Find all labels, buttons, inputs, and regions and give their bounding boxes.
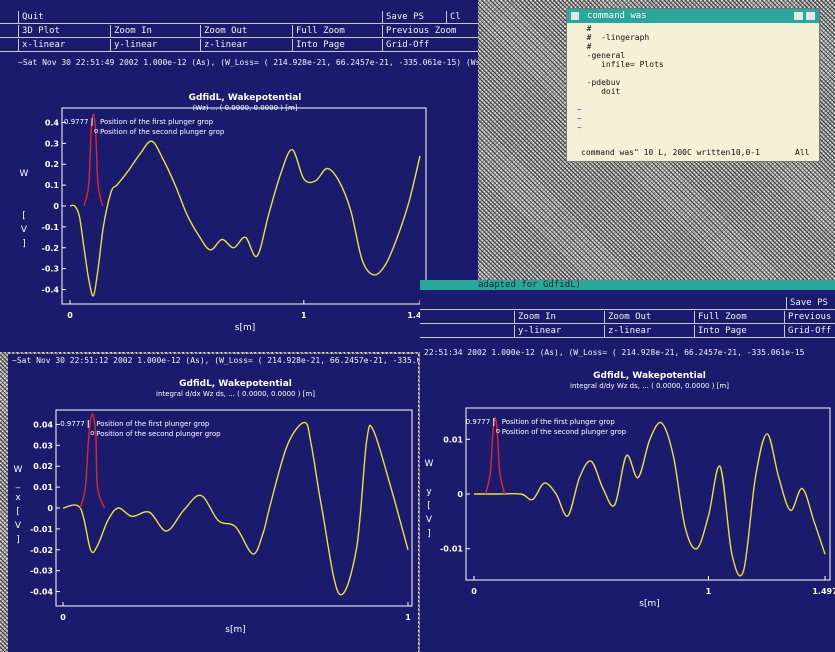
plot-title: GdfidL, Wakepotential (189, 93, 302, 103)
legend-marker: o (496, 427, 500, 435)
command-line (577, 97, 815, 106)
y-axis-label-char: V (21, 225, 28, 235)
command-line: ~ (577, 114, 582, 123)
y-tick-label: -0.02 (30, 546, 53, 555)
legend-marker: o (94, 127, 98, 135)
wakepotential-window-wx: ~Sat Nov 30 22:51:12 2002 1.000e-12 (As)… (8, 354, 418, 652)
plot-frame (55, 409, 413, 607)
y-tick-label: -0.3 (42, 265, 60, 274)
y-tick-label: -0.04 (30, 588, 53, 597)
wakepotential-window-wy: adapted for GdfidL) Save PS Zoom In Zoom… (420, 280, 835, 652)
x-tick-label: 1 (301, 311, 307, 320)
window-menu-icon[interactable] (571, 12, 579, 20)
legend-entry-first: Position of the first plunger grop (96, 420, 210, 428)
y-tick-label: 0 (53, 202, 59, 211)
command-window-titlebar[interactable]: command was (567, 9, 819, 23)
command-line: # -lingeraph (577, 33, 650, 42)
y-tick-label: 0.02 (33, 462, 53, 471)
plot-subtitle: integral d/dy Wz ds, ... ( 0.0000, 0.000… (570, 382, 729, 390)
y-tick-label: -0.2 (42, 244, 60, 253)
minimize-icon[interactable] (794, 12, 803, 20)
wake-plot-wy: GdfidL, Wakepotentialintegral d/dy Wz ds… (425, 371, 835, 609)
command-window: command was # # -lingeraph # -general in… (566, 8, 820, 162)
plot-subtitle: integral d/dx Wz ds, ... ( 0.0000, 0.000… (156, 390, 315, 398)
y-axis-label-char: ] (16, 535, 20, 545)
wakepotential-window-wz: Quit Save PS Cl 3D Plot Zoom In Zoom Out… (0, 0, 478, 352)
legend-value: 0.9777 (60, 420, 85, 428)
y-tick-label: 0.4 (45, 118, 60, 127)
legend-entry-second: Position of the second plunger grop (100, 128, 225, 136)
y-tick-label: 0.04 (33, 420, 53, 429)
y-tick-label: 0 (457, 490, 463, 499)
command-footer-text: command was" 10 L, 200C written (581, 148, 731, 157)
y-tick-label: 0.03 (33, 441, 53, 450)
scroll-percent: All (795, 148, 810, 157)
y-tick-label: -0.01 (30, 525, 53, 534)
y-axis-label-char: W (20, 169, 29, 179)
y-tick-label: 0.1 (45, 181, 60, 190)
legend-value: 0.9777 (64, 118, 89, 126)
legend-value: 0.9777 (466, 418, 491, 426)
y-axis-label-char: ] (427, 529, 431, 539)
y-axis-label-char: y (426, 487, 432, 497)
cursor-position: 10,0-1 (731, 148, 760, 157)
command-line: ~ (577, 123, 582, 132)
x-tick-label: 0 (67, 311, 73, 320)
y-axis-label-char: W (425, 459, 434, 469)
legend-entry-first: Position of the first plunger grop (100, 118, 214, 126)
y-axis-label-char: x (15, 493, 21, 503)
x-axis-label: s[m] (225, 625, 245, 635)
command-status: command was" 10 L, 200C written 10,0-1 A… (581, 148, 815, 157)
y-axis-label-char: V (15, 521, 22, 531)
y-tick-label: -0.03 (30, 567, 53, 576)
y-tick-label: 0 (47, 504, 53, 513)
plot-title: GdfidL, Wakepotential (593, 371, 706, 381)
command-line: ~ (577, 105, 582, 114)
y-tick-label: -0.1 (42, 223, 60, 232)
x-axis-label: s[m] (235, 323, 255, 333)
command-window-title: command was (587, 11, 647, 21)
plot-subtitle: (Wz) ... ( 0.0000, 0.0000 ) [m] (192, 104, 297, 112)
x-tick-label: 1 (405, 613, 411, 622)
y-tick-label: 0.3 (45, 139, 59, 148)
legend-marker: o (90, 429, 94, 437)
wake-plot-wz: GdfidL, Wakepotential(Wz) ... ( 0.0000, … (20, 93, 433, 333)
y-tick-label: -0.4 (42, 286, 60, 295)
y-axis-label-char: [ (16, 507, 20, 517)
legend-entry-second: Position of the second plunger grop (96, 430, 221, 438)
wake-series-line (62, 421, 409, 596)
y-axis-label-char: W (14, 465, 23, 475)
y-axis-label-char: V (426, 515, 433, 525)
y-axis-label-char: _ (15, 479, 21, 489)
legend-entry-first: Position of the first plunger grop (502, 418, 616, 426)
wake-series-line (69, 140, 421, 297)
maximize-icon[interactable] (806, 12, 815, 20)
x-tick-label: 1.497 (812, 587, 835, 596)
y-axis-label-char: ] (22, 239, 26, 249)
x-tick-label: 0 (60, 613, 66, 622)
x-tick-label: 1 (706, 587, 712, 596)
y-tick-label: 0.2 (45, 160, 59, 169)
y-axis-label-char: [ (22, 211, 26, 221)
y-tick-label: -0.01 (440, 545, 463, 554)
wake-series-line (474, 421, 826, 577)
y-tick-label: 0.01 (443, 435, 463, 444)
x-axis-label: s[m] (639, 599, 659, 609)
command-line: infile= Plots (577, 60, 664, 69)
plot-title: GdfidL, Wakepotential (179, 379, 292, 389)
x-tick-label: 0 (471, 587, 477, 596)
wake-plot-wx: GdfidL, Wakepotentialintegral d/dx Wz ds… (14, 379, 413, 635)
command-line: doit (577, 87, 621, 96)
y-tick-label: 0.01 (33, 483, 53, 492)
command-text[interactable]: # # -lingeraph # -general infile= Plots … (577, 25, 815, 133)
legend-entry-second: Position of the second plunger grop (502, 428, 627, 436)
y-axis-label-char: [ (427, 501, 431, 511)
